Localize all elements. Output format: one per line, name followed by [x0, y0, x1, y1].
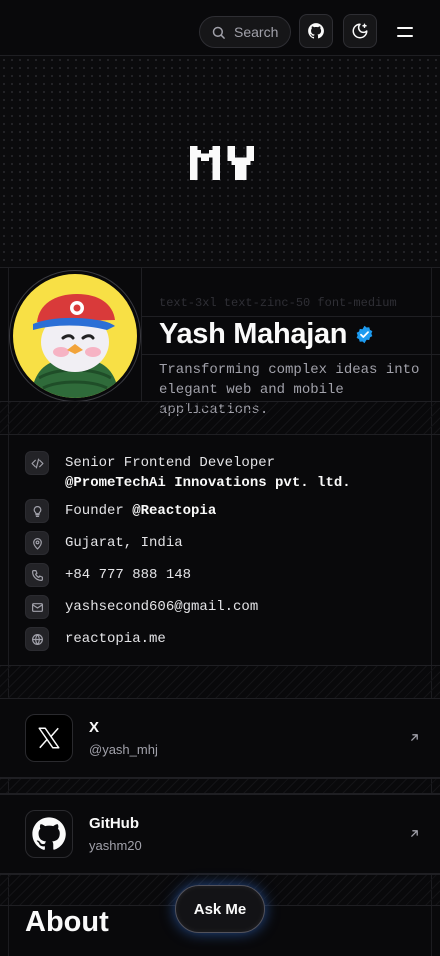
hero-banner — [0, 56, 440, 268]
phone-link[interactable]: +84 777 888 148 — [65, 563, 191, 585]
mail-icon — [25, 595, 49, 619]
menu-line — [397, 35, 413, 37]
info-job-title: Senior Frontend Developer — [65, 455, 276, 471]
theme-toggle-button[interactable] — [343, 14, 377, 48]
lightbulb-icon — [25, 499, 49, 523]
verified-badge-icon — [356, 325, 373, 344]
striped-divider — [0, 778, 440, 794]
ask-me-button[interactable]: Ask Me — [175, 885, 265, 933]
phone-icon — [25, 563, 49, 587]
striped-divider — [0, 401, 440, 435]
info-item-website: reactopia.me — [25, 627, 166, 651]
search-label: Search — [234, 24, 279, 40]
search-icon — [212, 26, 225, 39]
striped-divider — [0, 665, 440, 699]
social-title-x: X — [89, 719, 100, 736]
info-item-founder: Founder @Reactopia — [25, 499, 216, 523]
social-link-x[interactable]: X @yash_mhj — [0, 698, 440, 778]
github-icon — [308, 23, 324, 39]
info-location-text: Gujarat, India — [65, 535, 183, 551]
social-handle-x: @yash_mhj — [89, 742, 158, 757]
globe-icon — [25, 627, 49, 651]
company-link[interactable]: @PromeTechAi Innovations pvt. ltd. — [65, 473, 351, 493]
top-navbar: Search — [0, 0, 440, 56]
github-logo-icon — [25, 810, 73, 858]
class-hint-text: text-3xl text-zinc-50 font-medium — [159, 296, 397, 310]
moon-sparkle-icon — [352, 23, 368, 39]
website-link[interactable]: reactopia.me — [65, 627, 166, 649]
hero-pixel-text — [189, 146, 255, 180]
about-heading: About — [25, 906, 109, 938]
hamburger-menu-button[interactable] — [390, 18, 420, 46]
info-founder-text: Founder — [65, 503, 133, 519]
arrow-up-right-icon — [411, 830, 418, 837]
map-pin-icon — [25, 531, 49, 555]
profile-info: text-3xl text-zinc-50 font-medium Yash M… — [141, 268, 440, 418]
info-item-job: Senior Frontend Developer @PromeTechAi I… — [25, 451, 351, 493]
code-icon — [25, 451, 49, 475]
social-title-github: GitHub — [89, 815, 139, 832]
profile-name: Yash Mahajan — [159, 318, 348, 350]
profile-avatar — [9, 270, 141, 402]
email-link[interactable]: yashsecond606@gmail.com — [65, 595, 258, 617]
penguin-avatar-image — [13, 274, 137, 398]
reactopia-link[interactable]: @Reactopia — [132, 503, 216, 519]
social-link-github[interactable]: GitHub yashm20 — [0, 794, 440, 874]
arrow-up-right-icon — [411, 734, 418, 741]
github-button[interactable] — [299, 14, 333, 48]
social-handle-github: yashm20 — [89, 838, 142, 853]
info-item-email: yashsecond606@gmail.com — [25, 595, 258, 619]
divider — [142, 316, 440, 317]
info-item-phone: +84 777 888 148 — [25, 563, 191, 587]
menu-line — [397, 27, 413, 29]
x-logo-icon — [25, 714, 73, 762]
search-button[interactable]: Search — [199, 16, 291, 48]
divider — [142, 354, 440, 355]
info-list: Senior Frontend Developer @PromeTechAi I… — [0, 435, 440, 665]
info-item-location: Gujarat, India — [25, 531, 183, 555]
